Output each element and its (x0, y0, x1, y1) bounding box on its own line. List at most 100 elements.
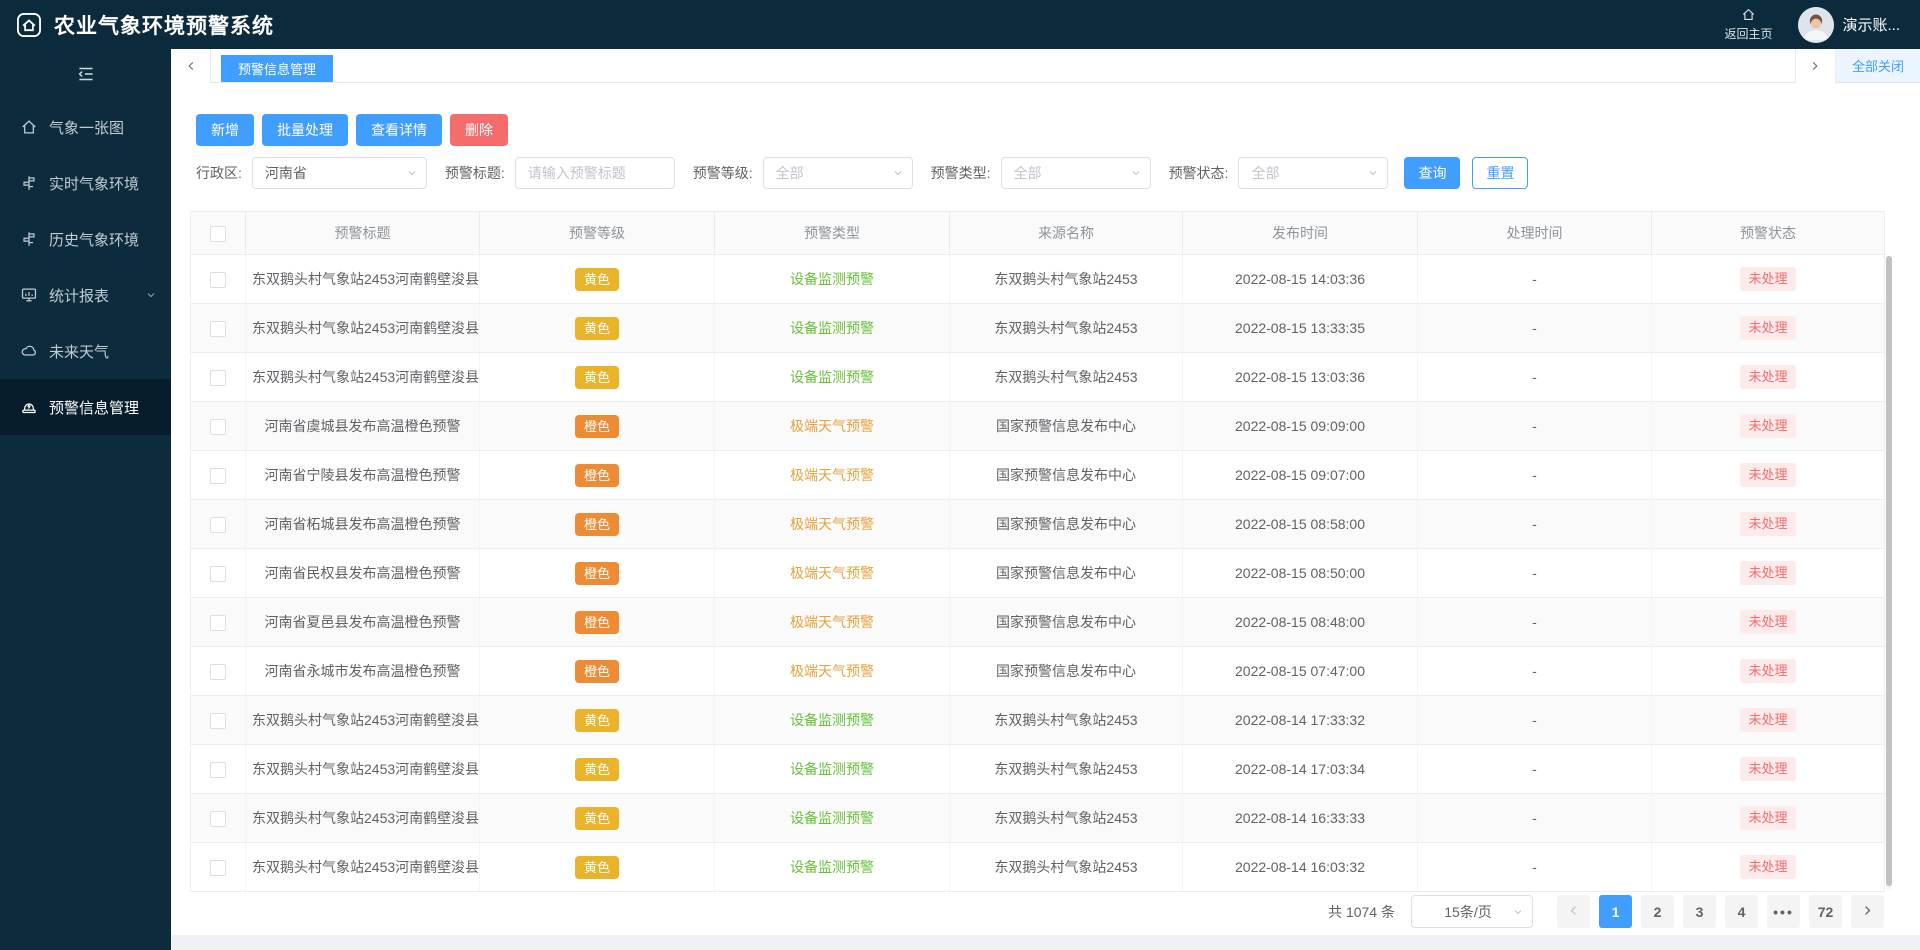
row-checkbox[interactable] (210, 615, 226, 631)
publish-time-cell: 2022-08-15 08:58:00 (1183, 500, 1418, 549)
view-details-button[interactable]: 查看详情 (356, 114, 442, 146)
column-header: 预警类型 (715, 212, 950, 255)
page-size-value: 15条/页 (1424, 902, 1512, 922)
page-button[interactable]: 2 (1641, 895, 1674, 928)
tab-scroll-right-button[interactable] (1795, 49, 1835, 83)
handle-time-cell: - (1418, 451, 1652, 500)
table-row[interactable]: 东双鹅头村气象站2453河南鹤壁浚县黄色设备监测预警东双鹅头村气象站245320… (191, 696, 1885, 745)
page-ellipsis[interactable]: ••• (1767, 895, 1800, 928)
row-checkbox[interactable] (210, 272, 226, 288)
table-row[interactable]: 河南省民权县发布高温橙色预警橙色极端天气预警国家预警信息发布中心2022-08-… (191, 549, 1885, 598)
username[interactable]: 演示账... (1842, 14, 1900, 35)
row-checkbox[interactable] (210, 517, 226, 533)
status-badge: 未处理 (1740, 806, 1795, 830)
table-row[interactable]: 东双鹅头村气象站2453河南鹤壁浚县黄色设备监测预警东双鹅头村气象站245320… (191, 255, 1885, 304)
sidebar-item-statistics[interactable]: 统计报表 (0, 267, 171, 323)
row-checkbox[interactable] (210, 566, 226, 582)
page-button[interactable]: 4 (1725, 895, 1758, 928)
level-select[interactable]: 全部 (763, 157, 913, 189)
reset-button[interactable]: 重置 (1472, 157, 1528, 189)
pager: 1234 ••• 72 (1557, 895, 1884, 928)
handle-time-cell: - (1418, 549, 1652, 598)
search-button[interactable]: 查询 (1404, 157, 1460, 189)
publish-time-cell: 2022-08-14 16:03:32 (1183, 843, 1418, 892)
tabbar: 预警信息管理 全部关闭 (171, 49, 1920, 83)
warning-title-label: 预警标题: (445, 163, 505, 183)
warning-title-cell: 河南省夏邑县发布高温橙色预警 (246, 598, 480, 647)
publish-time-cell: 2022-08-15 09:09:00 (1183, 402, 1418, 451)
pagination-bar: 共 1074 条 15条/页 1234•••72 (1328, 895, 1884, 928)
tab-scroll-left-button[interactable] (171, 49, 211, 83)
handle-time-cell: - (1418, 794, 1652, 843)
page-button[interactable]: 72 (1809, 895, 1842, 928)
type-cell: 极端天气预警 (715, 451, 950, 500)
batch-process-button[interactable]: 批量处理 (262, 114, 348, 146)
table-row[interactable]: 东双鹅头村气象站2453河南鹤壁浚县黄色设备监测预警东双鹅头村气象站245320… (191, 304, 1885, 353)
page-next-button[interactable] (1851, 895, 1884, 928)
source-cell: 国家预警信息发布中心 (950, 402, 1183, 451)
handle-time-cell: - (1418, 745, 1652, 794)
region-select[interactable]: 河南省 (252, 157, 427, 189)
close-all-button[interactable]: 全部关闭 (1835, 48, 1920, 82)
type-select[interactable]: 全部 (1001, 157, 1151, 189)
status-badge: 未处理 (1740, 855, 1795, 879)
publish-time-cell: 2022-08-15 09:07:00 (1183, 451, 1418, 500)
avatar[interactable] (1798, 7, 1834, 43)
scrollbar-thumb[interactable] (1886, 256, 1892, 886)
sidebar-item-alert-management[interactable]: 预警信息管理 (0, 379, 171, 435)
row-checkbox[interactable] (210, 860, 226, 876)
row-checkbox[interactable] (210, 811, 226, 827)
type-cell: 设备监测预警 (715, 353, 950, 402)
chevron-right-icon (1861, 904, 1874, 920)
row-checkbox[interactable] (210, 762, 226, 778)
sidebar-collapse-button[interactable] (0, 49, 171, 99)
sidebar-item-weather-map[interactable]: 气象一张图 (0, 99, 171, 155)
row-checkbox[interactable] (210, 419, 226, 435)
row-checkbox[interactable] (210, 664, 226, 680)
sidebar-item-future-weather[interactable]: 未来天气 (0, 323, 171, 379)
status-select[interactable]: 全部 (1238, 157, 1388, 189)
table-row[interactable]: 东双鹅头村气象站2453河南鹤壁浚县黄色设备监测预警东双鹅头村气象站245320… (191, 353, 1885, 402)
table-row[interactable]: 河南省宁陵县发布高温橙色预警橙色极端天气预警国家预警信息发布中心2022-08-… (191, 451, 1885, 500)
row-checkbox[interactable] (210, 468, 226, 484)
tab-alert-management[interactable]: 预警信息管理 (221, 55, 333, 82)
source-cell: 东双鹅头村气象站2453 (950, 304, 1183, 353)
status-badge: 未处理 (1740, 365, 1795, 389)
row-checkbox[interactable] (210, 321, 226, 337)
sidebar-menu: 气象一张图实时气象环境历史气象环境统计报表未来天气预警信息管理 (0, 99, 171, 435)
source-cell: 国家预警信息发布中心 (950, 500, 1183, 549)
source-cell: 东双鹅头村气象站2453 (950, 843, 1183, 892)
row-checkbox[interactable] (210, 713, 226, 729)
select-all-checkbox[interactable] (210, 226, 226, 242)
warning-table: 预警标题预警等级预警类型来源名称发布时间处理时间预警状态 东双鹅头村气象站245… (190, 211, 1885, 892)
table-row[interactable]: 河南省永城市发布高温橙色预警橙色极端天气预警国家预警信息发布中心2022-08-… (191, 647, 1885, 696)
table-row[interactable]: 东双鹅头村气象站2453河南鹤壁浚县黄色设备监测预警东双鹅头村气象站245320… (191, 843, 1885, 892)
table-row[interactable]: 东双鹅头村气象站2453河南鹤壁浚县黄色设备监测预警东双鹅头村气象站245320… (191, 745, 1885, 794)
return-home-label: 返回主页 (1724, 27, 1772, 43)
table-row[interactable]: 东双鹅头村气象站2453河南鹤壁浚县黄色设备监测预警东双鹅头村气象站245320… (191, 794, 1885, 843)
row-checkbox[interactable] (210, 370, 226, 386)
level-badge: 橙色 (575, 513, 619, 536)
page-button[interactable]: 1 (1599, 895, 1632, 928)
table-row[interactable]: 河南省虞城县发布高温橙色预警橙色极端天气预警国家预警信息发布中心2022-08-… (191, 402, 1885, 451)
add-button[interactable]: 新增 (196, 114, 254, 146)
page-prev-button[interactable] (1557, 895, 1590, 928)
warning-title-input[interactable] (515, 157, 675, 189)
page-button[interactable]: 3 (1683, 895, 1716, 928)
sidebar-item-history-env[interactable]: 历史气象环境 (0, 211, 171, 267)
page-size-select[interactable]: 15条/页 (1411, 895, 1533, 928)
delete-button[interactable]: 删除 (450, 114, 508, 146)
chevron-down-icon (406, 167, 418, 179)
report-icon (20, 286, 38, 304)
publish-time-cell: 2022-08-14 17:03:34 (1183, 745, 1418, 794)
history-icon (20, 230, 38, 248)
table-row[interactable]: 河南省夏邑县发布高温橙色预警橙色极端天气预警国家预警信息发布中心2022-08-… (191, 598, 1885, 647)
table-scrollbar[interactable] (1886, 256, 1892, 889)
table-row[interactable]: 河南省柘城县发布高温橙色预警橙色极端天气预警国家预警信息发布中心2022-08-… (191, 500, 1885, 549)
column-header: 发布时间 (1183, 212, 1418, 255)
publish-time-cell: 2022-08-15 13:03:36 (1183, 353, 1418, 402)
sidebar-item-realtime-env[interactable]: 实时气象环境 (0, 155, 171, 211)
return-home-link[interactable]: 返回主页 (1724, 7, 1772, 42)
level-badge: 橙色 (575, 660, 619, 683)
publish-time-cell: 2022-08-15 13:33:35 (1183, 304, 1418, 353)
